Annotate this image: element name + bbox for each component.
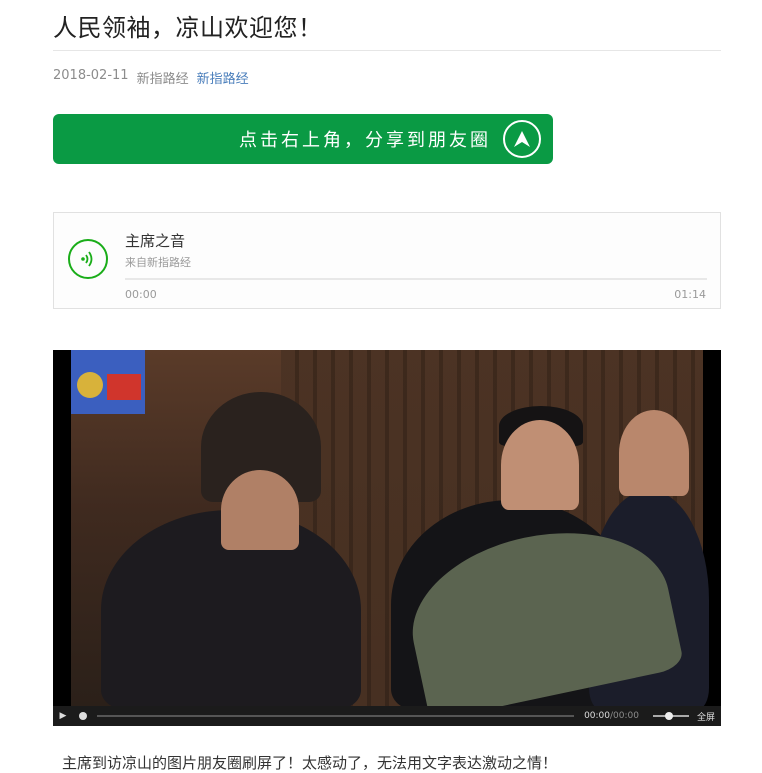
share-banner-label: 点击右上角，分享到朋友圈	[239, 130, 491, 151]
volume-knob[interactable]	[664, 712, 673, 720]
video-seek-handle[interactable]	[79, 712, 87, 720]
video-progress-bar[interactable]	[97, 715, 575, 717]
audio-progress-bar[interactable]	[125, 278, 707, 280]
title-divider	[53, 50, 721, 51]
audio-player: 主席之音 来自新指路经 00:00 01:14	[53, 212, 721, 309]
video-play-button[interactable]: ▶	[53, 711, 73, 721]
video-frame-photo	[71, 350, 709, 722]
video-current-time: 00:00	[584, 711, 610, 721]
article-meta: 2018-02-11 新指路经 新指路经	[53, 68, 249, 87]
account-link[interactable]: 新指路经	[197, 68, 249, 87]
elder-face	[221, 470, 299, 550]
video-total-time: 00:00	[613, 711, 639, 721]
sound-wave-icon	[81, 251, 93, 267]
audio-current-time: 00:00	[125, 288, 157, 301]
flag-icon	[107, 374, 141, 400]
arrow-up-circle-icon	[503, 120, 541, 158]
companion-face	[619, 410, 689, 496]
wall-poster	[71, 350, 145, 414]
video-time: 00:00/00:00	[584, 711, 639, 721]
author-name: 新指路经	[136, 72, 189, 87]
visitor-face	[501, 420, 579, 510]
audio-play-button[interactable]	[68, 239, 108, 279]
emblem-icon	[77, 372, 103, 398]
share-to-moments-banner[interactable]: 点击右上角，分享到朋友圈	[53, 114, 553, 164]
article-title: 人民领袖，凉山欢迎您！	[53, 14, 323, 42]
fullscreen-button[interactable]: 全屏	[697, 710, 715, 723]
audio-duration: 01:14	[674, 288, 706, 301]
audio-title: 主席之音	[125, 232, 186, 250]
video-player[interactable]: ▶ 00:00/00:00 全屏	[53, 350, 721, 726]
volume-slider[interactable]	[652, 712, 689, 720]
article-caption: 主席到访凉山的图片朋友圈刷屏了！太感动了，无法用文字表达激动之情！	[62, 754, 558, 772]
publish-date: 2018-02-11	[53, 68, 129, 83]
video-controls: ▶ 00:00/00:00 全屏	[53, 706, 721, 726]
audio-source: 来自新指路经	[125, 256, 191, 269]
